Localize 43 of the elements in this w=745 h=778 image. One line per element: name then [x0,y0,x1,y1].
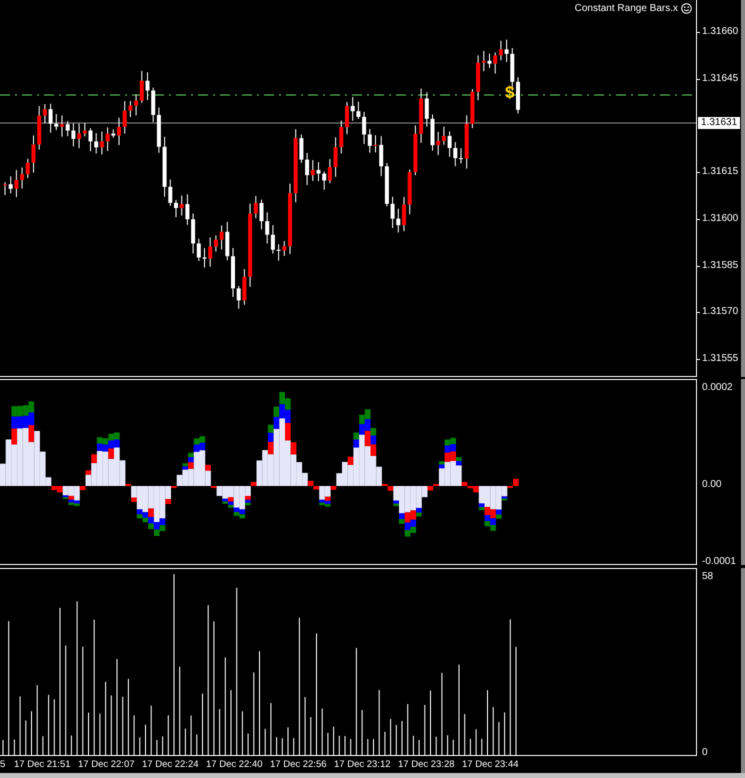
candle [459,148,463,164]
time-label: 5 [0,759,6,770]
candle [174,199,178,218]
price-label: 1.31570 [702,306,738,318]
time-label: 17 Dec 22:56 [270,759,328,770]
price-label: 1.31600 [702,212,738,225]
indicator-title: Constant Range Bars.x [574,3,678,14]
oscillator-label: 0.0002 [702,382,733,394]
time-label: 17 Dec 22:40 [206,759,264,770]
time-label: 17 Dec 22:24 [142,759,200,770]
candle [3,182,7,196]
candle [345,102,349,135]
time-label: 17 Dec 21:51 [14,759,72,770]
candle [88,128,92,152]
current-price-label: 1.31631 [698,117,740,129]
price-label: 1.31555 [702,352,738,365]
candle [516,76,520,114]
price-label: 1.31660 [702,26,738,38]
time-label: 17 Dec 23:12 [334,759,392,770]
candle [231,247,235,298]
volume-label: 58 [702,571,714,583]
candle [430,114,434,152]
candle [316,162,320,182]
candle [202,248,206,268]
oscillator-label: -0.0001 [702,556,736,568]
candle [260,199,264,230]
price-label: 1.31615 [702,166,738,178]
time-label: 17 Dec 22:07 [78,759,136,770]
price-label: 1.31585 [702,260,738,272]
candle [117,117,121,146]
smiley-icon [681,3,692,14]
candle [60,114,64,138]
price-label: 1.31645 [702,72,738,85]
candle [146,72,150,100]
candle [402,196,406,232]
candle [288,183,292,255]
candle [32,135,36,174]
oscillator-label: 0.00 [702,479,722,491]
candle [374,134,378,153]
candle [488,53,492,68]
time-label: 17 Dec 23:44 [462,759,520,770]
time-label: 17 Dec 23:28 [398,759,456,770]
volume-label: 0 [702,747,708,759]
